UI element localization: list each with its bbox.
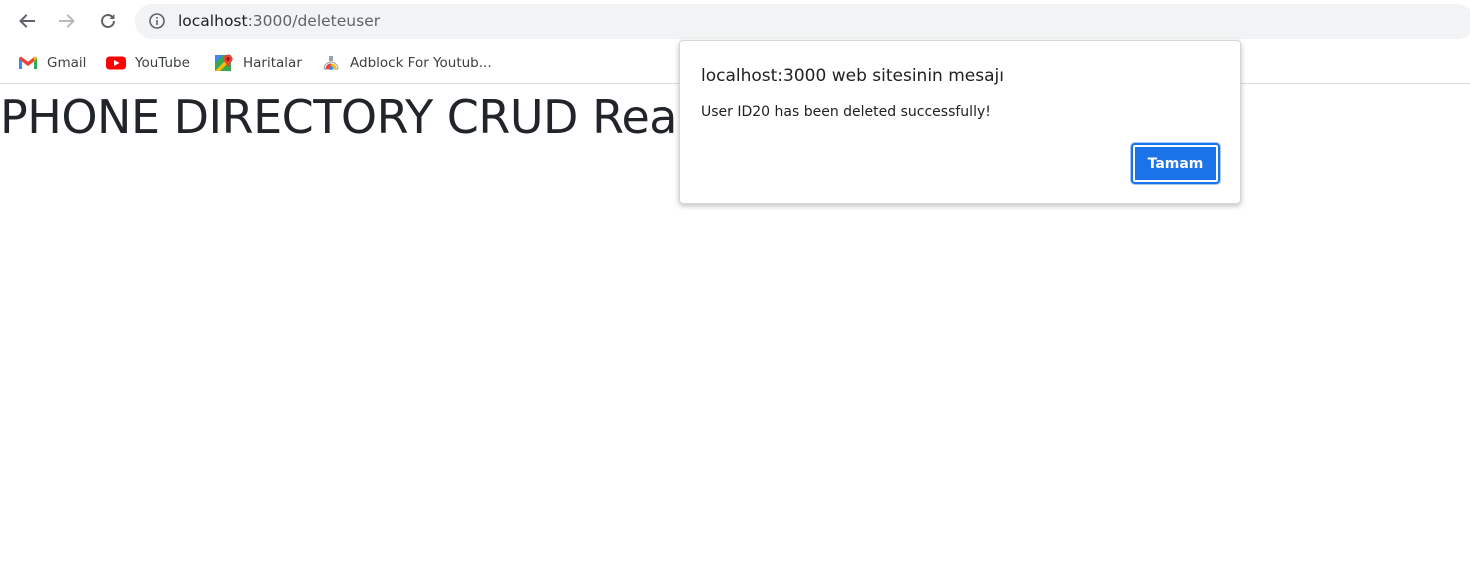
ok-button[interactable]: Tamam [1131,143,1220,184]
browser-toolbar: localhost:3000/deleteuser [0,0,1470,42]
alert-dialog: localhost:3000 web sitesinin mesajı User… [679,40,1241,204]
bookmark-youtube[interactable]: YouTube [105,52,190,74]
reload-icon [101,14,115,28]
gmail-icon [17,52,39,74]
bookmark-maps[interactable]: Haritalar [213,52,302,74]
info-icon[interactable] [148,12,166,30]
bookmark-adblock[interactable]: Adblock For Youtub... [320,52,492,74]
page-title: PHONE DIRECTORY CRUD Rea [0,90,678,144]
dialog-message: User ID20 has been deleted successfully! [701,104,991,120]
forward-button[interactable] [52,6,82,36]
url-path: :3000/deleteuser [247,12,381,30]
bookmark-label: Adblock For Youtub... [350,55,492,71]
address-url[interactable]: localhost:3000/deleteuser [178,12,380,31]
dialog-title: localhost:3000 web sitesinin mesajı [701,66,1004,86]
bookmark-label: Gmail [47,55,87,71]
bookmark-label: YouTube [135,55,190,71]
bookmark-label: Haritalar [243,55,302,71]
adblock-icon [320,52,342,74]
youtube-icon [105,52,127,74]
arrow-left-icon [19,14,35,28]
address-bar[interactable]: localhost:3000/deleteuser [135,4,1470,39]
bookmark-gmail[interactable]: Gmail [17,52,86,74]
reload-button[interactable] [93,6,123,36]
arrow-right-icon [59,14,75,28]
maps-icon [213,52,235,74]
url-host: localhost [178,12,248,30]
back-button[interactable] [12,6,42,36]
